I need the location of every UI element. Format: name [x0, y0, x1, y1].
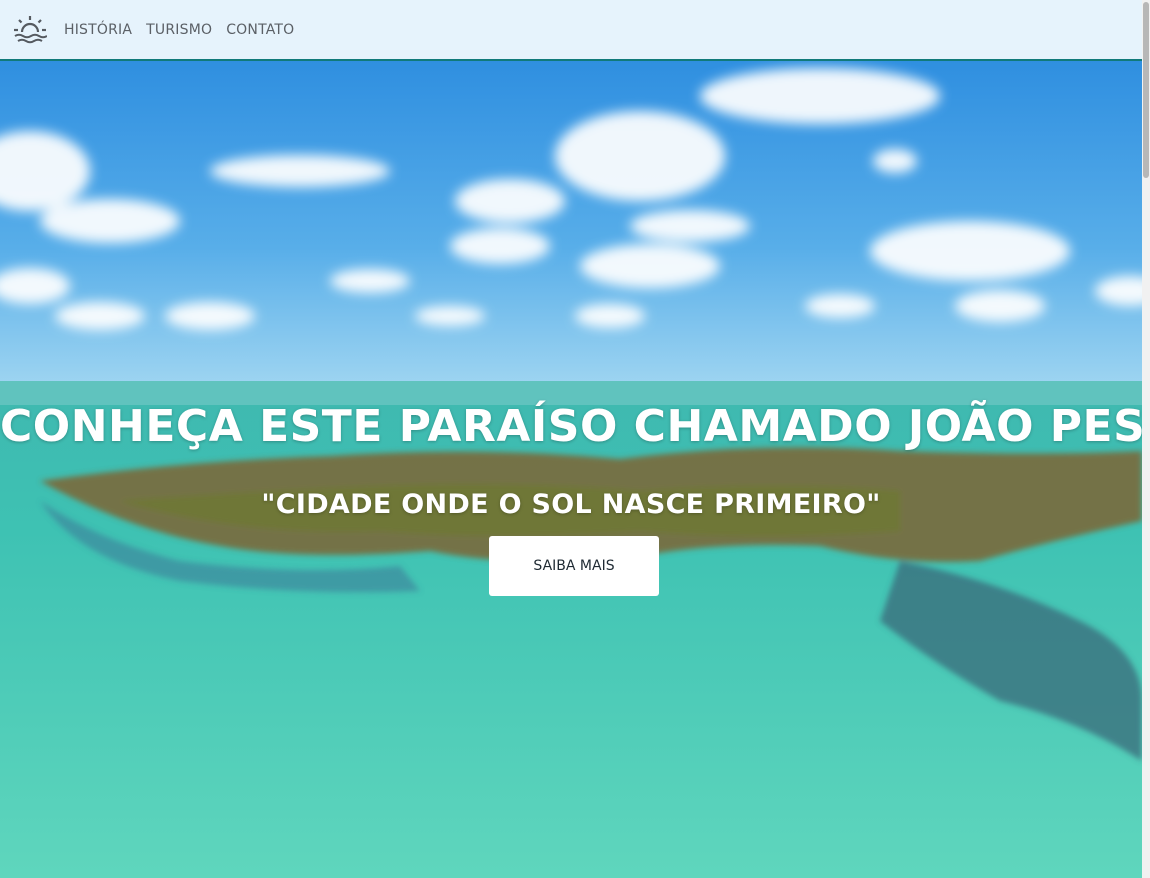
nav-link-historia[interactable]: HISTÓRIA	[64, 22, 132, 38]
hero-title: CONHEÇA ESTE PARAÍSO CHAMADO JOÃO PESSOA	[0, 401, 1142, 452]
page-scrollbar[interactable]	[1142, 0, 1150, 878]
top-navbar: HISTÓRIA TURISMO CONTATO	[0, 0, 1142, 61]
hero-subtitle: "CIDADE ONDE O SOL NASCE PRIMEIRO"	[261, 489, 881, 520]
beach-background-image	[0, 61, 1142, 878]
sunrise-icon[interactable]	[12, 12, 48, 48]
nav-link-contato[interactable]: CONTATO	[226, 22, 294, 38]
scrollbar-thumb[interactable]	[1143, 2, 1149, 178]
saiba-mais-button[interactable]: SAIBA MAIS	[489, 536, 659, 596]
nav-link-turismo[interactable]: TURISMO	[146, 22, 212, 38]
main-nav: HISTÓRIA TURISMO CONTATO	[64, 22, 294, 38]
hero-section: CONHEÇA ESTE PARAÍSO CHAMADO JOÃO PESSOA…	[0, 61, 1142, 878]
